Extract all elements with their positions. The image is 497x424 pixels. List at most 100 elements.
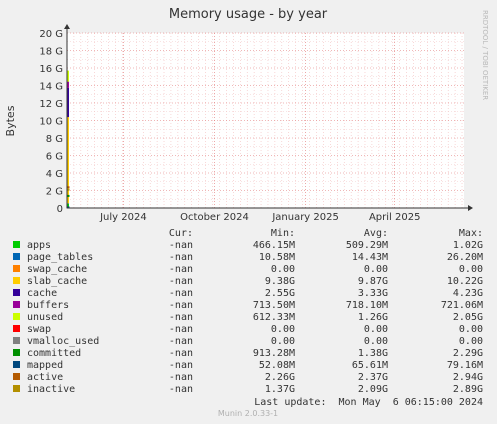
legend-cur-slab_cache: -nan — [169, 276, 193, 287]
y-tick-label: 14 G — [39, 82, 63, 93]
legend-avg-page_tables: 14.43M — [352, 252, 388, 263]
legend-avg-buffers: 718.10M — [346, 300, 388, 311]
legend-avg-mapped: 65.61M — [352, 360, 388, 371]
legend-max-apps: 1.02G — [453, 240, 483, 251]
y-tick-label: 10 G — [39, 117, 63, 128]
x-axis-arrow — [468, 205, 473, 211]
x-tick-label: April 2025 — [369, 212, 420, 223]
chart-title: Memory usage - by year — [169, 7, 328, 22]
legend-cur-buffers: -nan — [169, 300, 193, 311]
legend-swatch-buffers — [13, 301, 20, 308]
legend-name-unused: unused — [27, 312, 63, 323]
legend-cur-cache: -nan — [169, 288, 193, 299]
legend-avg-committed: 1.38G — [358, 348, 388, 359]
legend-name-committed: committed — [27, 348, 81, 359]
legend-max-unused: 2.05G — [453, 312, 483, 323]
y-tick-label: 20 G — [39, 29, 63, 40]
x-tick-label: January 2025 — [271, 212, 339, 223]
legend-swatch-active — [13, 373, 20, 380]
legend-max-mapped: 79.16M — [447, 360, 483, 371]
legend-swatch-swap_cache — [13, 265, 20, 272]
legend-cur-unused: -nan — [169, 312, 193, 323]
legend-swatch-mapped — [13, 361, 20, 368]
legend-max-vmalloc_used: 0.00 — [459, 336, 483, 347]
legend-min-apps: 466.15M — [253, 240, 295, 251]
legend-swatch-vmalloc_used — [13, 337, 20, 344]
legend-name-page_tables: page_tables — [27, 252, 93, 263]
legend-header-max: Max: — [459, 228, 483, 239]
legend-min-committed: 913.28M — [253, 348, 295, 359]
x-axis-ticks: July 2024 October 2024 January 2025 April 2… — [99, 212, 420, 223]
legend-max-active: 2.94G — [453, 372, 483, 383]
legend-avg-cache: 3.33G — [358, 288, 388, 299]
y-tick-label: 0 — [57, 204, 63, 215]
legend-header-avg: Avg: — [364, 228, 388, 239]
last-update-text: Last update: Mon May 6 06:15:00 2024 — [254, 397, 483, 408]
legend-avg-swap_cache: 0.00 — [364, 264, 388, 275]
legend-min-swap_cache: 0.00 — [271, 264, 295, 275]
legend-max-inactive: 2.89G — [453, 384, 483, 395]
legend-min-cache: 2.55G — [265, 288, 295, 299]
legend-min-inactive: 1.37G — [265, 384, 295, 395]
legend-avg-slab_cache: 9.87G — [358, 276, 388, 287]
legend-max-swap_cache: 0.00 — [459, 264, 483, 275]
legend-name-active: active — [27, 372, 63, 383]
y-tick-label: 16 G — [39, 64, 63, 75]
legend-max-page_tables: 26.20M — [447, 252, 483, 263]
x-tick-label: July 2024 — [99, 212, 147, 223]
legend-header-min: Min: — [271, 228, 295, 239]
legend-avg-swap: 0.00 — [364, 324, 388, 335]
y-tick-label: 4 G — [46, 169, 63, 180]
legend-name-slab_cache: slab_cache — [27, 276, 87, 287]
legend-cur-active: -nan — [169, 372, 193, 383]
legend-avg-inactive: 2.09G — [358, 384, 388, 395]
legend-header-cur: Cur: — [169, 228, 193, 239]
legend-cur-swap_cache: -nan — [169, 264, 193, 275]
legend-min-swap: 0.00 — [271, 324, 295, 335]
legend-max-swap: 0.00 — [459, 324, 483, 335]
legend-swatch-apps — [13, 241, 20, 248]
legend-name-mapped: mapped — [27, 360, 63, 371]
memory-chart: Memory usage - by year RRDTOOL / TOBI OE… — [4, 7, 489, 418]
legend-min-vmalloc_used: 0.00 — [271, 336, 295, 347]
legend-swatch-swap — [13, 325, 20, 332]
legend: Cur: Min: Avg: Max: apps -nan 466.15M 509.29M 1.… — [13, 228, 483, 395]
x-tick-label: October 2024 — [180, 212, 249, 223]
y-tick-label: 8 G — [46, 134, 63, 145]
munin-version: Munin 2.0.33-1 — [218, 409, 278, 418]
legend-min-unused: 612.33M — [253, 312, 295, 323]
legend-swatch-committed — [13, 349, 20, 356]
legend-swatch-inactive — [13, 385, 20, 392]
legend-max-committed: 2.29G — [453, 348, 483, 359]
legend-avg-apps: 509.29M — [346, 240, 388, 251]
legend-cur-mapped: -nan — [169, 360, 193, 371]
legend-name-vmalloc_used: vmalloc_used — [27, 336, 99, 347]
legend-cur-committed: -nan — [169, 348, 193, 359]
legend-min-mapped: 52.08M — [259, 360, 295, 371]
rrdtool-credit: RRDTOOL / TOBI OETIKER — [481, 10, 489, 100]
legend-min-active: 2.26G — [265, 372, 295, 383]
y-tick-label: 18 G — [39, 47, 63, 58]
y-tick-label: 12 G — [39, 99, 63, 110]
legend-name-swap_cache: swap_cache — [27, 264, 87, 275]
legend-avg-active: 2.37G — [358, 372, 388, 383]
y-axis-label: Bytes — [4, 105, 17, 136]
y-tick-label: 6 G — [46, 152, 63, 163]
legend-cur-vmalloc_used: -nan — [169, 336, 193, 347]
legend-cur-inactive: -nan — [169, 384, 193, 395]
legend-name-apps: apps — [27, 240, 51, 251]
legend-min-slab_cache: 9.38G — [265, 276, 295, 287]
legend-min-buffers: 713.50M — [253, 300, 295, 311]
legend-name-inactive: inactive — [27, 384, 75, 395]
legend-min-page_tables: 10.58M — [259, 252, 295, 263]
legend-swatch-slab_cache — [13, 277, 20, 284]
legend-avg-unused: 1.26G — [358, 312, 388, 323]
legend-cur-apps: -nan — [169, 240, 193, 251]
legend-cur-swap: -nan — [169, 324, 193, 335]
legend-swatch-page_tables — [13, 253, 20, 260]
legend-swatch-cache — [13, 289, 20, 296]
legend-cur-page_tables: -nan — [169, 252, 193, 263]
y-axis-ticks: 0 2 G 4 G 6 G 8 G 10 G 12 G 14 G 16 G 18 G 20 G — [39, 29, 63, 215]
legend-max-cache: 4.23G — [453, 288, 483, 299]
legend-swatch-unused — [13, 313, 20, 320]
